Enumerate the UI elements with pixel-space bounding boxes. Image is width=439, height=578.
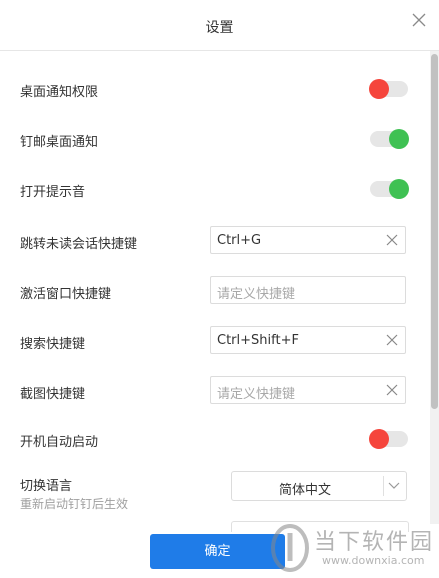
toggle-knob bbox=[369, 429, 389, 449]
setting-row-language: 切换语言 重新启动钉钉后生效 简体中文 bbox=[0, 469, 430, 517]
clear-icon[interactable] bbox=[385, 383, 399, 397]
scrollbar-track[interactable] bbox=[430, 51, 439, 524]
setting-row-auto-start: 开机自动启动 bbox=[0, 419, 430, 459]
screenshot-shortcut-input[interactable]: 请定义快捷键 bbox=[210, 376, 406, 404]
setting-label: 截图快捷键 bbox=[20, 387, 86, 402]
setting-label: 打开提示音 bbox=[20, 185, 86, 200]
setting-label: 跳转未读会话快捷键 bbox=[20, 237, 138, 252]
settings-dialog: 设置 桌面通知权限 钉邮桌面通知 打开提示音 跳转未读会话快捷键 Ctrl+G … bbox=[0, 0, 439, 578]
setting-label: 切换语言 bbox=[20, 479, 73, 494]
select-divider bbox=[383, 476, 384, 496]
close-icon[interactable] bbox=[407, 8, 431, 32]
shortcut-value: Ctrl+G bbox=[217, 233, 262, 248]
settings-list: 桌面通知权限 钉邮桌面通知 打开提示音 跳转未读会话快捷键 Ctrl+G 激活窗… bbox=[0, 51, 430, 524]
toggle-knob bbox=[389, 179, 409, 199]
setting-label: 钉邮桌面通知 bbox=[20, 135, 99, 150]
clear-icon[interactable] bbox=[385, 233, 399, 247]
clear-icon[interactable] bbox=[385, 333, 399, 347]
auto-start-toggle[interactable] bbox=[369, 429, 408, 449]
play-sound-toggle[interactable] bbox=[370, 179, 409, 199]
watermark-url: www.downxia.com bbox=[322, 554, 425, 567]
setting-row-desktop-notify-permission: 桌面通知权限 bbox=[0, 69, 430, 109]
setting-row-search-shortcut: 搜索快捷键 Ctrl+Shift+F bbox=[0, 321, 430, 361]
toggle-knob bbox=[369, 79, 389, 99]
setting-label: 搜索快捷键 bbox=[20, 337, 86, 352]
setting-sublabel: 重新启动钉钉后生效 bbox=[20, 497, 129, 511]
setting-row-play-sound: 打开提示音 bbox=[0, 169, 430, 209]
desktop-notify-permission-toggle[interactable] bbox=[369, 79, 408, 99]
pin-mail-notify-toggle[interactable] bbox=[370, 129, 409, 149]
setting-row-activate-window-shortcut: 激活窗口快捷键 请定义快捷键 bbox=[0, 271, 430, 311]
shortcut-placeholder: 请定义快捷键 bbox=[217, 287, 296, 302]
toggle-knob bbox=[389, 129, 409, 149]
shortcut-placeholder: 请定义快捷键 bbox=[217, 387, 296, 402]
chevron-down-icon bbox=[388, 482, 400, 489]
setting-label: 桌面通知权限 bbox=[20, 85, 99, 100]
setting-label: 激活窗口快捷键 bbox=[20, 287, 112, 302]
language-select[interactable]: 简体中文 bbox=[231, 471, 407, 501]
setting-row-pin-mail-notify: 钉邮桌面通知 bbox=[0, 119, 430, 159]
dialog-header: 设置 bbox=[0, 0, 439, 51]
language-selected-value: 简体中文 bbox=[278, 483, 331, 498]
setting-label: 开机自动启动 bbox=[20, 435, 99, 450]
partial-select-peek bbox=[231, 521, 409, 532]
dialog-title: 设置 bbox=[205, 20, 234, 36]
setting-row-jump-unread-shortcut: 跳转未读会话快捷键 Ctrl+G bbox=[0, 221, 430, 261]
search-shortcut-input[interactable]: Ctrl+Shift+F bbox=[210, 326, 406, 354]
activate-window-shortcut-input[interactable]: 请定义快捷键 bbox=[210, 276, 406, 304]
confirm-button[interactable]: 确定 bbox=[150, 534, 285, 569]
setting-row-screenshot-shortcut: 截图快捷键 请定义快捷键 bbox=[0, 371, 430, 411]
scrollbar-thumb[interactable] bbox=[431, 54, 438, 409]
shortcut-value: Ctrl+Shift+F bbox=[217, 333, 299, 348]
jump-unread-shortcut-input[interactable]: Ctrl+G bbox=[210, 226, 406, 254]
